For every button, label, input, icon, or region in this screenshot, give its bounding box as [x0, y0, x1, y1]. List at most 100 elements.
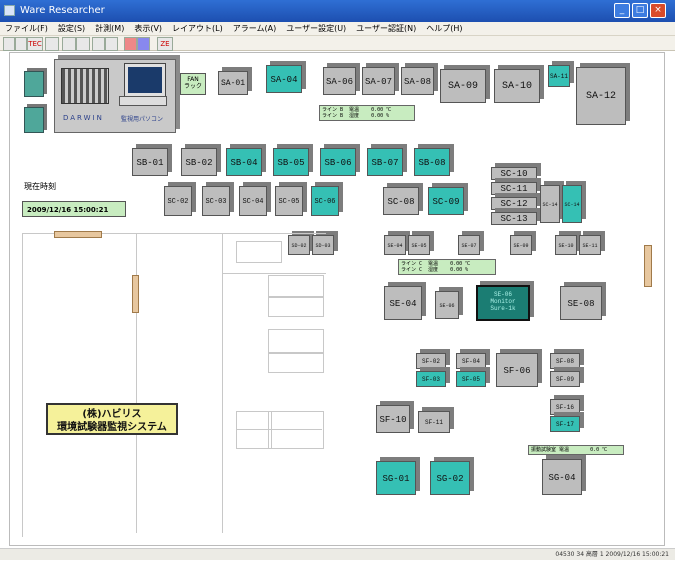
- menu-alarm[interactable]: アラーム(A): [228, 22, 281, 36]
- toolbar-ze-button[interactable]: ZE: [157, 37, 173, 51]
- toolbar-alarm-icon[interactable]: [124, 37, 137, 51]
- unit-sa-11[interactable]: SA-11: [548, 65, 570, 87]
- toolbar-button-5[interactable]: [62, 37, 76, 51]
- unit-sc-08[interactable]: SC-08: [383, 187, 419, 215]
- room-6: [236, 411, 272, 449]
- close-button[interactable]: ×: [650, 3, 666, 18]
- status-text: 04530 34 高層 1 2009/12/16 15:00:21: [555, 551, 669, 558]
- unit-se-06-small[interactable]: SE-06: [435, 291, 459, 319]
- minimize-button[interactable]: _: [614, 3, 630, 18]
- unit-sc-04[interactable]: SC-04: [239, 186, 267, 216]
- unit-sf-06[interactable]: SF-06: [496, 353, 538, 387]
- toolbar-button-2[interactable]: [15, 37, 27, 51]
- unit-se-08[interactable]: SE-08: [560, 286, 602, 320]
- unit-sa-08[interactable]: SA-08: [401, 67, 434, 95]
- unit-sf-17[interactable]: SF-17: [550, 416, 580, 432]
- unit-sa-06[interactable]: SA-06: [323, 67, 356, 95]
- unit-sb-04[interactable]: SB-04: [226, 148, 262, 176]
- darwin-device-icon: [61, 68, 109, 104]
- room-5: [268, 353, 324, 373]
- unit-se-09[interactable]: SE-09: [510, 235, 532, 255]
- unit-sg-01[interactable]: SG-01: [376, 461, 416, 495]
- unit-sb-05[interactable]: SB-05: [273, 148, 309, 176]
- toolbar-forward-icon[interactable]: [105, 37, 118, 51]
- door-left: [132, 275, 139, 313]
- unit-sb-06[interactable]: SB-06: [320, 148, 356, 176]
- unit-sb-01[interactable]: SB-01: [132, 148, 168, 176]
- menu-file[interactable]: ファイル(F): [0, 22, 53, 36]
- unit-sa-10[interactable]: SA-10: [494, 69, 540, 103]
- unit-sc-13[interactable]: SC-13: [491, 212, 537, 225]
- toolbar-tec-button[interactable]: TEC: [27, 37, 43, 51]
- unit-se-04-small[interactable]: SE-04: [384, 235, 406, 255]
- toolbar-print-icon[interactable]: [45, 37, 59, 51]
- unit-se-07[interactable]: SE-07: [458, 235, 480, 255]
- floor-wall-mid2: [222, 233, 223, 533]
- unit-sc-03[interactable]: SC-03: [202, 186, 230, 216]
- unit-sa-04[interactable]: SA-04: [266, 65, 302, 93]
- unit-se-11[interactable]: SE-11: [579, 235, 601, 255]
- unit-sa-09[interactable]: SA-09: [440, 69, 486, 103]
- unit-sb-07[interactable]: SB-07: [367, 148, 403, 176]
- unit-sc-14-b[interactable]: SC-14: [562, 185, 582, 223]
- door-top: [54, 231, 102, 238]
- toolbar-button-6[interactable]: [76, 37, 90, 51]
- unit-sf-11[interactable]: SF-11: [418, 411, 450, 433]
- unit-sf-03[interactable]: SF-03: [416, 371, 446, 387]
- keyboard-icon: [119, 96, 167, 106]
- unit-sa-12[interactable]: SA-12: [576, 67, 626, 125]
- unit-sc-05[interactable]: SC-05: [275, 186, 303, 216]
- unit-sd-02[interactable]: SD-02: [288, 235, 310, 255]
- unit-sf-09[interactable]: SF-09: [550, 371, 580, 387]
- panel-button-top[interactable]: [24, 71, 44, 97]
- floor-wall-left: [22, 233, 23, 537]
- unit-sc-10[interactable]: SC-10: [491, 167, 537, 180]
- unit-sc-06[interactable]: SC-06: [311, 186, 339, 216]
- maximize-button[interactable]: □: [632, 3, 648, 18]
- menu-measure[interactable]: 計測(M): [90, 22, 129, 36]
- unit-se-04[interactable]: SE-04: [384, 286, 422, 320]
- menu-user-settings[interactable]: ユーザー設定(U): [281, 22, 351, 36]
- unit-sc-09[interactable]: SC-09: [428, 187, 464, 215]
- menu-user-auth[interactable]: ユーザー認証(N): [351, 22, 421, 36]
- unit-sf-16[interactable]: SF-16: [550, 399, 580, 415]
- unit-sa-01[interactable]: SA-01: [218, 71, 248, 95]
- unit-sf-02[interactable]: SF-02: [416, 353, 446, 369]
- unit-sg-04[interactable]: SG-04: [542, 459, 582, 495]
- menu-help[interactable]: ヘルプ(H): [421, 22, 467, 36]
- room-2: [268, 275, 324, 297]
- unit-sd-03[interactable]: SD-03: [312, 235, 334, 255]
- unit-sc-14-a[interactable]: SC-14: [540, 185, 560, 223]
- unit-se-10[interactable]: SE-10: [555, 235, 577, 255]
- unit-sf-04[interactable]: SF-04: [456, 353, 486, 369]
- unit-sf-10[interactable]: SF-10: [376, 405, 410, 433]
- unit-sc-11[interactable]: SC-11: [491, 182, 537, 195]
- company-sign: (株)ハビリス 環境試験器監視システム: [46, 403, 178, 435]
- toolbar-monitor-icon[interactable]: [137, 37, 150, 51]
- unit-se-05[interactable]: SE-05: [408, 235, 430, 255]
- unit-sg-02[interactable]: SG-02: [430, 461, 470, 495]
- fan-rack[interactable]: FAN ラック: [180, 73, 206, 95]
- menu-view[interactable]: 表示(V): [129, 22, 167, 36]
- system-name: 環境試験器監視システム: [57, 422, 167, 433]
- menu-layout[interactable]: レイアウト(L): [167, 22, 228, 36]
- monitor-unit[interactable]: SE-06 Monitor Sure-1k: [476, 285, 530, 321]
- unit-sf-08[interactable]: SF-08: [550, 353, 580, 369]
- company-name: (株)ハビリス: [82, 409, 142, 420]
- panel-button-bottom[interactable]: [24, 107, 44, 133]
- status-bar: 04530 34 高層 1 2009/12/16 15:00:21: [0, 548, 675, 560]
- unit-sf-05[interactable]: SF-05: [456, 371, 486, 387]
- unit-sc-02[interactable]: SC-02: [164, 186, 192, 216]
- floor-corridor: [222, 273, 326, 274]
- unit-sa-07[interactable]: SA-07: [362, 67, 395, 95]
- room-7: [268, 411, 324, 449]
- toolbar-button-1[interactable]: [3, 37, 15, 51]
- menu-bar: ファイル(F) 設定(S) 計測(M) 表示(V) レイアウト(L) アラーム(A) ユーザ…: [0, 22, 675, 36]
- unit-sb-08[interactable]: SB-08: [414, 148, 450, 176]
- unit-sc-12[interactable]: SC-12: [491, 197, 537, 210]
- unit-sb-02[interactable]: SB-02: [181, 148, 217, 176]
- toolbar-back-icon[interactable]: [92, 37, 105, 51]
- clock-value: 2009/12/16 15:00:21: [22, 201, 126, 217]
- menu-settings[interactable]: 設定(S): [53, 22, 90, 36]
- vibration-room-readout: 振動試験室 電温 0.0 ℃: [528, 445, 624, 455]
